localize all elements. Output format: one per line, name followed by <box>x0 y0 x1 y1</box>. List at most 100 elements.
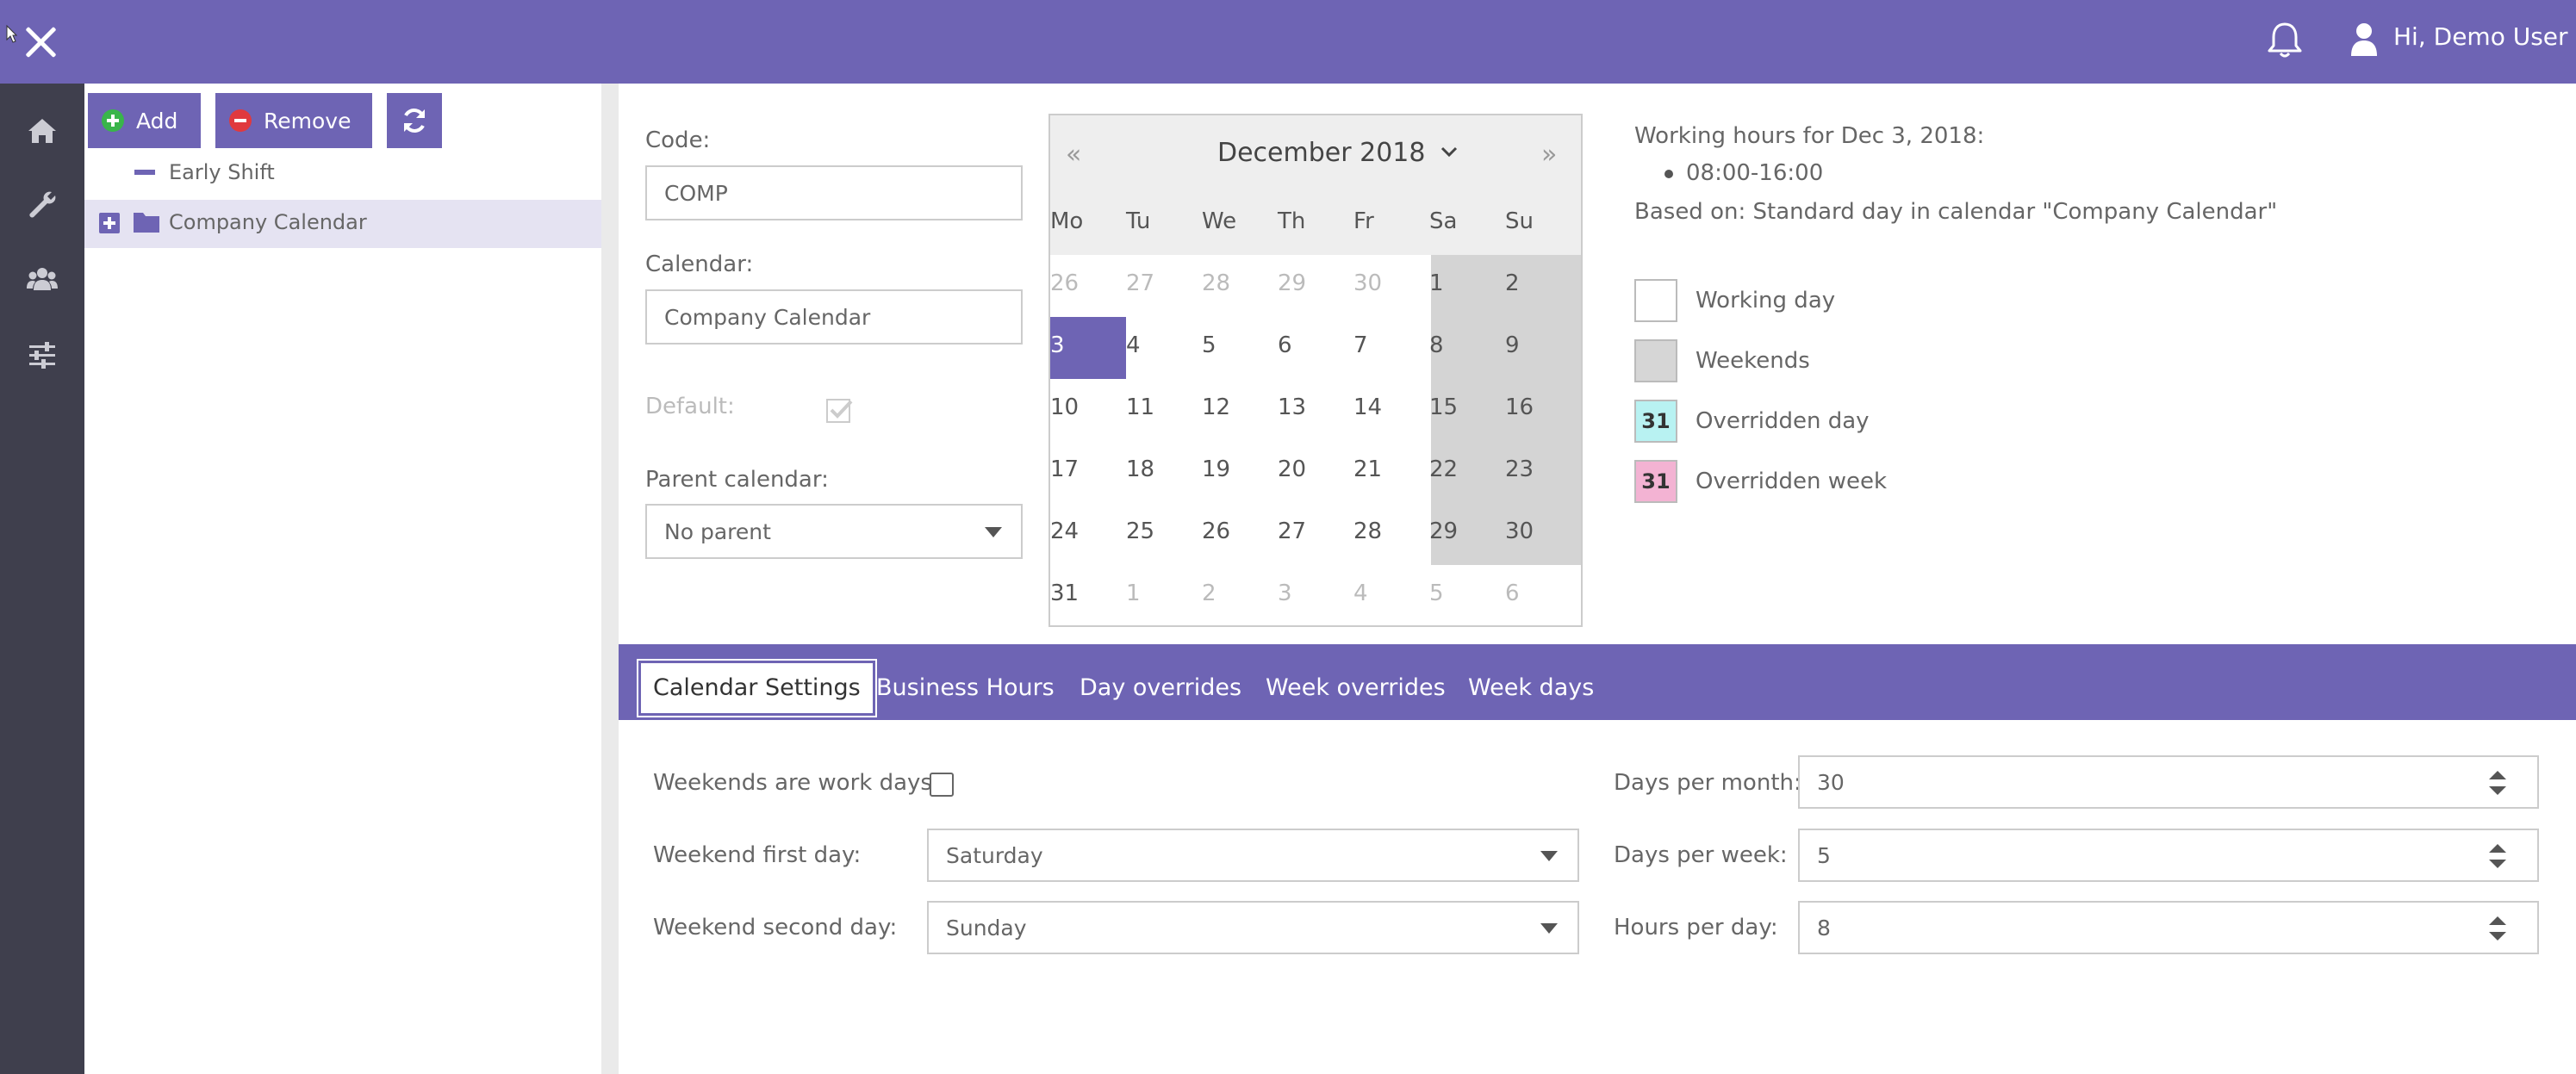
remove-button-label: Remove <box>264 108 352 133</box>
calendar-day[interactable]: 20 <box>1278 441 1353 503</box>
calendar-day[interactable]: 13 <box>1278 379 1353 441</box>
sliders-icon[interactable] <box>26 338 59 371</box>
calendar-day[interactable]: 31 <box>1050 565 1126 625</box>
tab-business-hours[interactable]: Business Hours <box>876 661 1055 716</box>
user-greeting[interactable]: Hi, Demo User <box>2393 22 2568 51</box>
calendar-day[interactable]: 28 <box>1353 503 1429 565</box>
folder-icon <box>134 213 159 233</box>
hours-per-day-label: Hours per day: <box>1614 915 1778 941</box>
calendar-day[interactable]: 4 <box>1353 565 1429 625</box>
legend-weekend-swatch <box>1634 339 1677 382</box>
tree-item-company-calendar[interactable]: Company Calendar <box>84 200 601 248</box>
weekday-header: Tu <box>1126 208 1151 234</box>
calendar-day[interactable]: 23 <box>1505 441 1581 503</box>
days-per-week-input[interactable]: 5 <box>1798 829 2539 882</box>
calendar-name-input[interactable]: Company Calendar <box>645 289 1023 345</box>
calendar-day[interactable]: 27 <box>1126 255 1202 317</box>
tab-day-overrides[interactable]: Day overrides <box>1080 661 1241 716</box>
spinner-icon[interactable] <box>2487 766 2508 800</box>
calendar-day[interactable]: 11 <box>1126 379 1202 441</box>
working-hours-value: 08:00-16:00 <box>1686 160 1824 186</box>
calendar-day[interactable]: 1 <box>1429 255 1505 317</box>
calendar-day[interactable]: 18 <box>1126 441 1202 503</box>
calendar-day[interactable]: 8 <box>1429 317 1505 379</box>
calendar-day[interactable]: 5 <box>1202 317 1278 379</box>
legend-weekend-label: Weekends <box>1696 348 1810 374</box>
add-button[interactable]: Add <box>88 93 201 148</box>
wrench-icon[interactable] <box>26 189 59 221</box>
prev-month-button[interactable]: « <box>1066 140 1081 170</box>
calendar-day[interactable]: 22 <box>1429 441 1505 503</box>
spinner-icon[interactable] <box>2487 911 2508 946</box>
weekend-second-label: Weekend second day: <box>653 915 898 941</box>
legend-overridden-day-label: Overridden day <box>1696 408 1870 434</box>
code-input[interactable]: COMP <box>645 165 1023 220</box>
calendar-day[interactable]: 12 <box>1202 379 1278 441</box>
remove-button[interactable]: Remove <box>215 93 372 148</box>
hours-per-day-input[interactable]: 8 <box>1798 901 2539 954</box>
spinner-icon[interactable] <box>2487 839 2508 873</box>
calendar-day[interactable]: 6 <box>1278 317 1353 379</box>
chevron-down-icon[interactable] <box>1440 145 1459 160</box>
calendar-day[interactable]: 4 <box>1126 317 1202 379</box>
weekday-header: Sa <box>1429 208 1458 234</box>
calendar-day[interactable]: 6 <box>1505 565 1581 625</box>
calendar-day[interactable]: 29 <box>1278 255 1353 317</box>
weekend-second-select[interactable]: Sunday <box>927 901 1579 954</box>
bell-icon[interactable] <box>2266 21 2304 60</box>
calendar-day[interactable]: 1 <box>1126 565 1202 625</box>
weekend-first-select[interactable]: Saturday <box>927 829 1579 882</box>
calendar-title[interactable]: December 2018 <box>1217 138 1425 168</box>
refresh-button[interactable] <box>387 93 442 148</box>
panel-splitter[interactable] <box>601 84 619 1074</box>
close-icon[interactable] <box>22 24 59 60</box>
tab-week-days[interactable]: Week days <box>1468 661 1594 716</box>
users-icon[interactable] <box>26 263 59 295</box>
leaf-dash-icon <box>134 170 155 175</box>
calendar-day[interactable]: 3 <box>1050 317 1126 379</box>
calendar-day[interactable]: 28 <box>1202 255 1278 317</box>
calendar-day[interactable]: 2 <box>1202 565 1278 625</box>
calendar-day[interactable]: 29 <box>1429 503 1505 565</box>
calendar-day[interactable]: 7 <box>1353 317 1429 379</box>
working-hours-title: Working hours for Dec 3, 2018: <box>1634 123 1985 149</box>
tab-week-overrides[interactable]: Week overrides <box>1266 661 1446 716</box>
calendar-day[interactable]: 19 <box>1202 441 1278 503</box>
calendar-day[interactable]: 24 <box>1050 503 1126 565</box>
calendar-day[interactable]: 30 <box>1505 503 1581 565</box>
calendar-day[interactable]: 3 <box>1278 565 1353 625</box>
calendar-day[interactable]: 14 <box>1353 379 1429 441</box>
calendar-day[interactable]: 26 <box>1202 503 1278 565</box>
tree-item-early-shift[interactable]: Early Shift <box>84 157 601 193</box>
code-label: Code: <box>645 127 711 153</box>
calendar-day[interactable]: 9 <box>1505 317 1581 379</box>
left-nav <box>0 84 84 1074</box>
default-checkbox[interactable] <box>825 396 853 424</box>
calendar-day[interactable]: 2 <box>1505 255 1581 317</box>
calendar-label: Calendar: <box>645 251 754 277</box>
weekends-work-label: Weekends are work days: <box>653 770 940 796</box>
home-icon[interactable] <box>26 115 59 147</box>
weekends-work-checkbox[interactable] <box>930 773 954 797</box>
legend-overridden-day-swatch: 31 <box>1634 400 1677 443</box>
calendar-day[interactable]: 27 <box>1278 503 1353 565</box>
calendar-day[interactable]: 21 <box>1353 441 1429 503</box>
legend-working-label: Working day <box>1696 288 1836 314</box>
calendar-day[interactable]: 17 <box>1050 441 1126 503</box>
user-icon[interactable] <box>2350 22 2378 56</box>
parent-calendar-select[interactable]: No parent <box>645 504 1023 559</box>
calendar-day[interactable]: 30 <box>1353 255 1429 317</box>
weekend-first-value: Saturday <box>946 842 1043 868</box>
calendar-day[interactable]: 25 <box>1126 503 1202 565</box>
calendar-day[interactable]: 10 <box>1050 379 1126 441</box>
calendar-day[interactable]: 16 <box>1505 379 1581 441</box>
tab-calendar-settings[interactable]: Calendar Settings <box>637 659 877 717</box>
parent-calendar-value: No parent <box>664 518 771 544</box>
expand-icon[interactable] <box>99 213 120 233</box>
calendar-day[interactable]: 26 <box>1050 255 1126 317</box>
top-bar: Hi, Demo User <box>0 0 2576 84</box>
calendar-day[interactable]: 5 <box>1429 565 1505 625</box>
calendar-day[interactable]: 15 <box>1429 379 1505 441</box>
next-month-button[interactable]: » <box>1541 140 1557 170</box>
days-per-month-input[interactable]: 30 <box>1798 755 2539 809</box>
